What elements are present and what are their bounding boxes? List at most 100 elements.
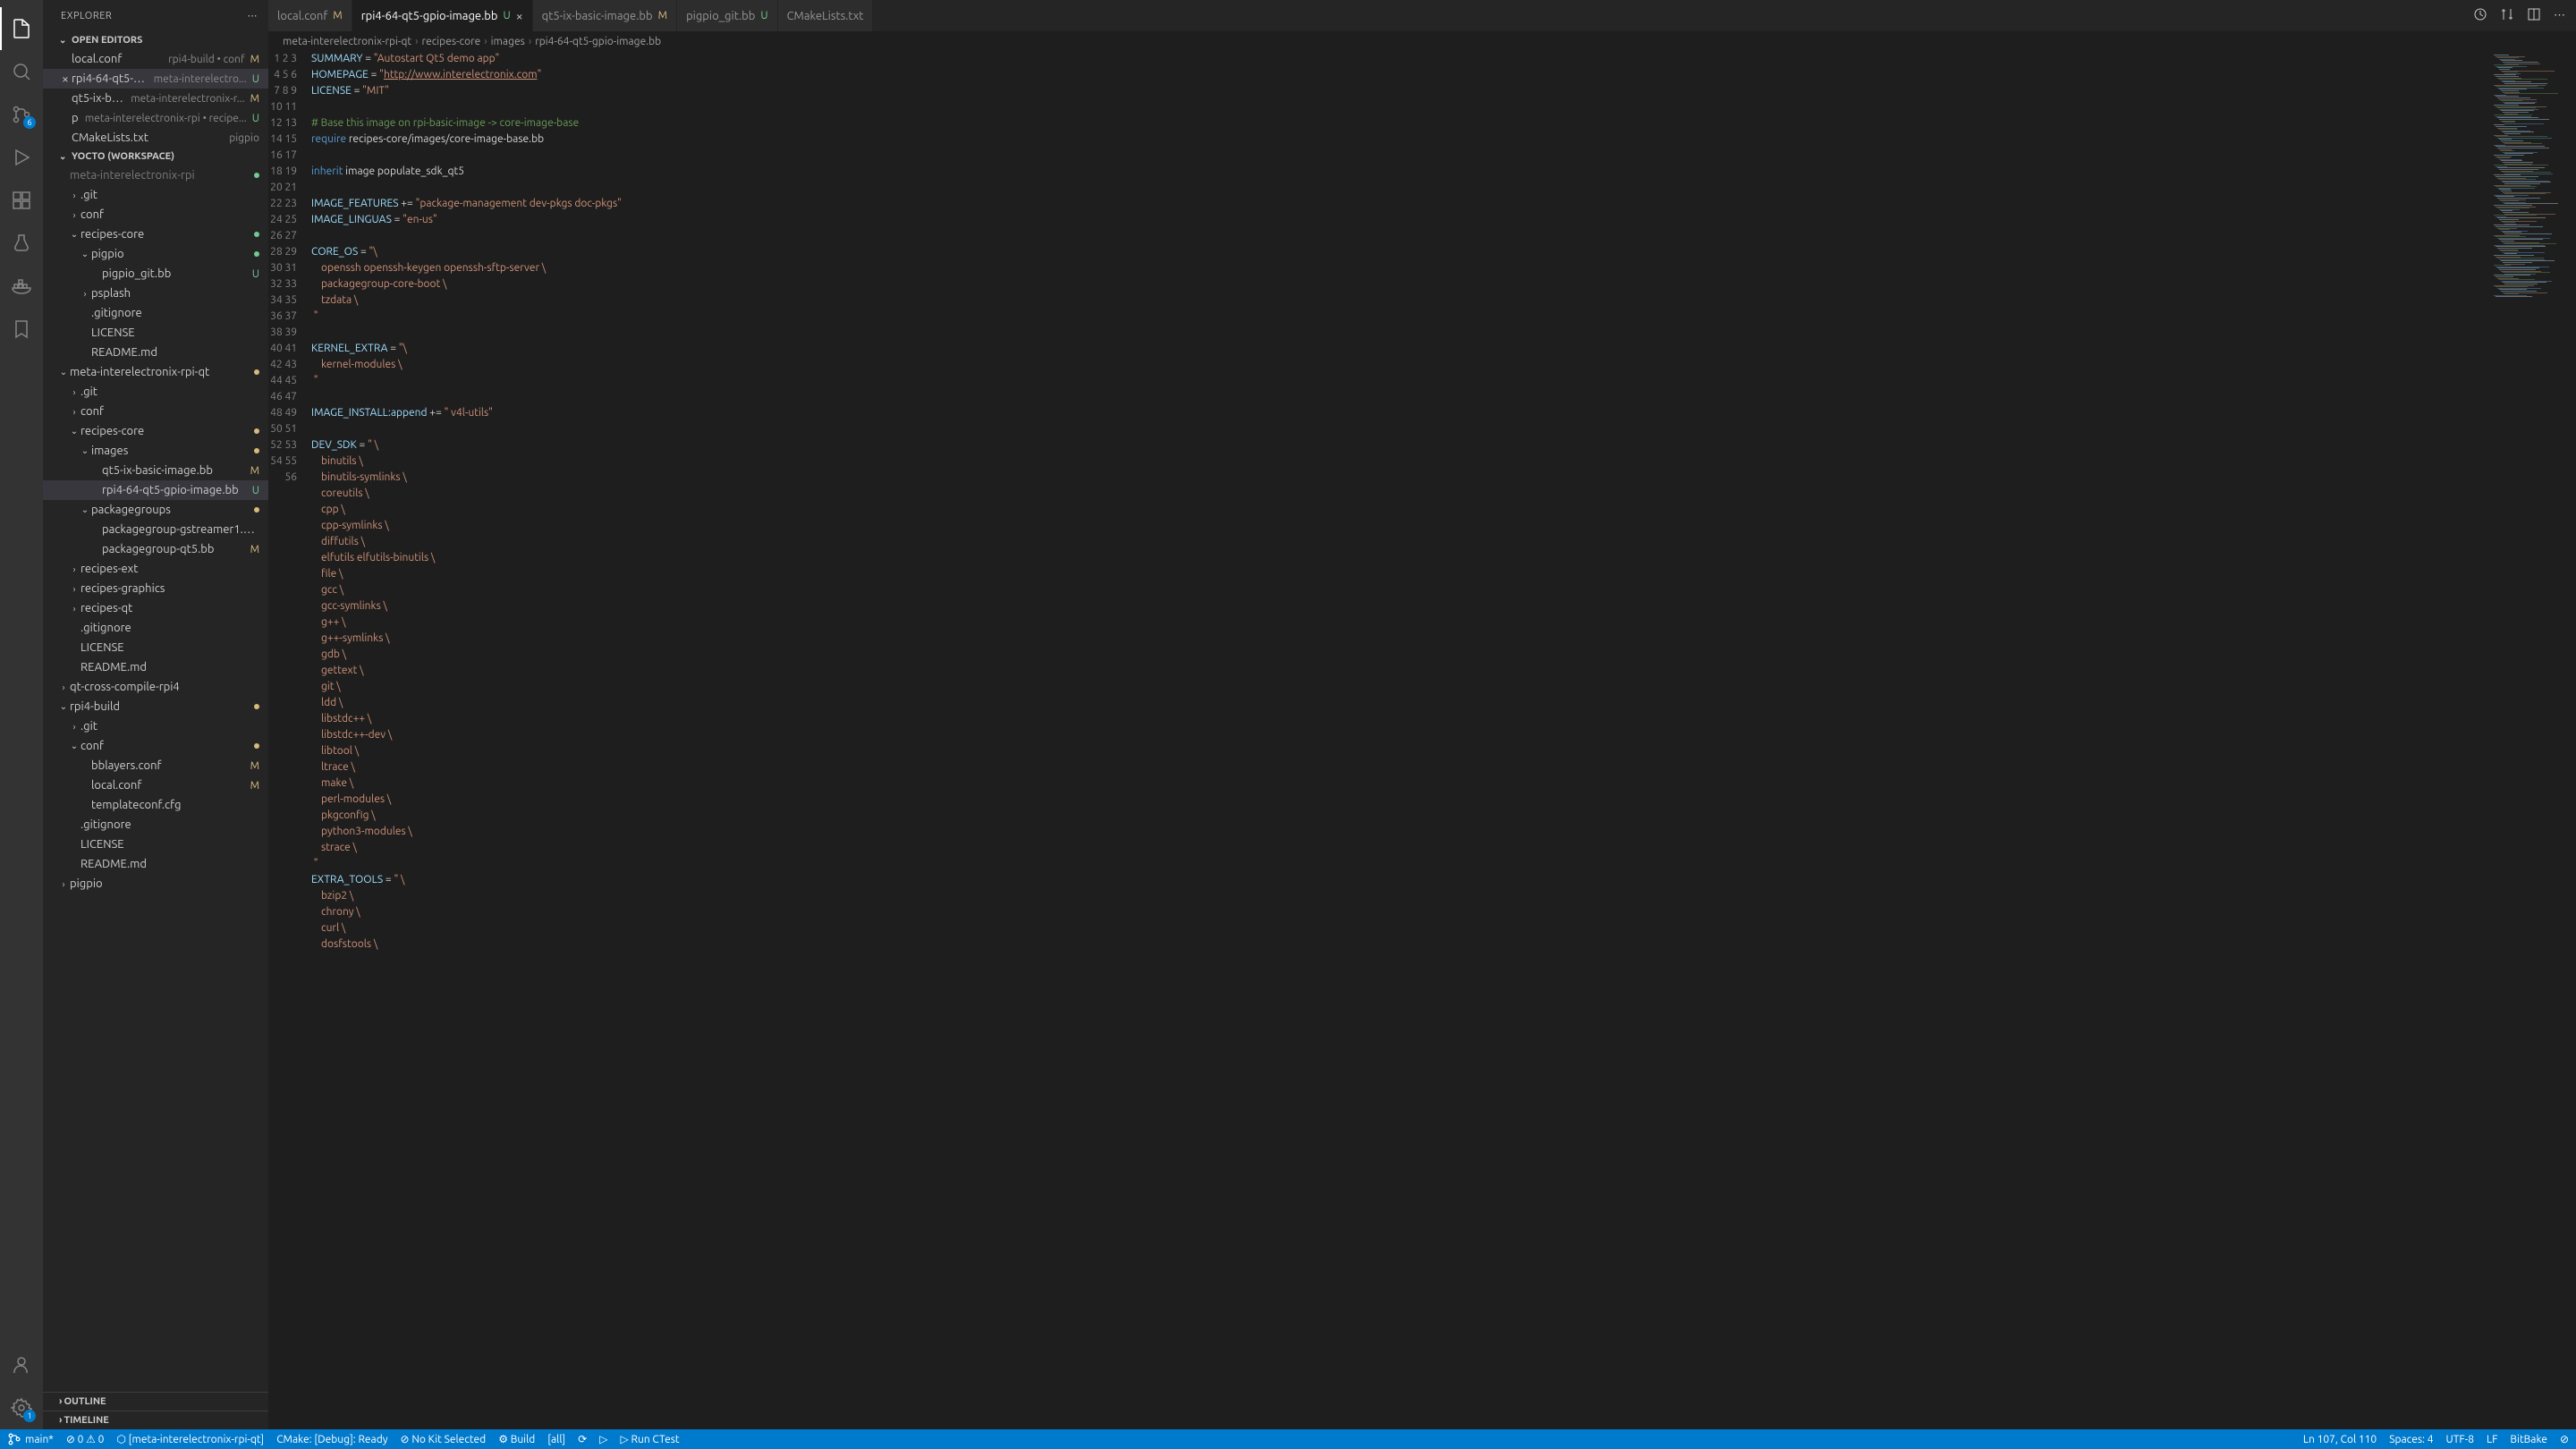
breadcrumb-segment[interactable]: meta-interelectronix-rpi-qt bbox=[283, 36, 411, 47]
chevron-icon[interactable]: › bbox=[57, 682, 70, 692]
tree-item[interactable]: LICENSE bbox=[43, 323, 268, 343]
tree-item[interactable]: ›conf bbox=[43, 205, 268, 225]
chevron-icon[interactable]: ⌄ bbox=[68, 426, 80, 436]
tree-item[interactable]: meta-interelectronix-rpi bbox=[43, 165, 268, 185]
tree-item[interactable]: qt5-ix-basic-image.bbM bbox=[43, 461, 268, 480]
tab[interactable]: rpi4-64-qt5-gpio-image.bbU× bbox=[352, 0, 533, 31]
chevron-icon[interactable]: ⌄ bbox=[79, 504, 91, 515]
tree-item[interactable]: ⌄conf bbox=[43, 736, 268, 756]
open-editor-item[interactable]: qt5-ix-basic-image.bbmeta-interelectroni… bbox=[43, 89, 268, 108]
search-icon[interactable] bbox=[0, 50, 43, 93]
split-icon[interactable] bbox=[2527, 7, 2541, 24]
tree-item[interactable]: packagegroup-gstreamer1.0.bb bbox=[43, 520, 268, 539]
status-item[interactable]: ▷ Run CTest bbox=[621, 1432, 680, 1446]
tree-item[interactable]: pigpio_git.bbU bbox=[43, 264, 268, 284]
tree-item[interactable]: README.md bbox=[43, 657, 268, 677]
explorer-icon[interactable] bbox=[0, 7, 43, 50]
chevron-icon[interactable]: › bbox=[57, 879, 70, 889]
chevron-icon[interactable]: ⌄ bbox=[79, 249, 91, 259]
tab[interactable]: qt5-ix-basic-image.bbM bbox=[533, 0, 677, 31]
status-item[interactable]: ⟳ bbox=[578, 1432, 587, 1446]
open-editor-item[interactable]: CMakeLists.txtpigpio bbox=[43, 128, 268, 148]
tree-item[interactable]: ›recipes-graphics bbox=[43, 579, 268, 598]
code-content[interactable]: SUMMARY = "Autostart Qt5 demo app" HOMEP… bbox=[311, 51, 2490, 1429]
account-icon[interactable] bbox=[0, 1343, 43, 1386]
tree-item[interactable]: ⌄images bbox=[43, 441, 268, 461]
tree-item[interactable]: bblayers.confM bbox=[43, 756, 268, 775]
timeline-header[interactable]: ›TIMELINE bbox=[43, 1411, 268, 1429]
chevron-icon[interactable]: › bbox=[68, 564, 80, 574]
chevron-icon[interactable]: ⌄ bbox=[57, 701, 70, 712]
testing-icon[interactable] bbox=[0, 222, 43, 265]
tree-item[interactable]: ›psplash bbox=[43, 284, 268, 303]
workspace-header[interactable]: ⌄YOCTO (WORKSPACE) bbox=[43, 148, 268, 165]
tree-item[interactable]: ›conf bbox=[43, 402, 268, 421]
status-item[interactable]: ▷ bbox=[599, 1432, 607, 1446]
chevron-icon[interactable]: › bbox=[68, 210, 80, 220]
chevron-icon[interactable]: › bbox=[68, 722, 80, 732]
tree-item[interactable]: ⌄pigpio bbox=[43, 244, 268, 264]
tree-item[interactable]: .gitignore bbox=[43, 618, 268, 638]
tree-item[interactable]: LICENSE bbox=[43, 835, 268, 854]
status-item[interactable]: [all] bbox=[547, 1432, 565, 1446]
docker-icon[interactable] bbox=[0, 265, 43, 308]
close-icon[interactable]: × bbox=[59, 72, 72, 86]
tab[interactable]: pigpio_git.bbU bbox=[677, 0, 778, 31]
status-item[interactable]: ⬡ [meta-interelectronix-rpi-qt] bbox=[116, 1432, 264, 1446]
tree-item[interactable]: ⌄recipes-core bbox=[43, 421, 268, 441]
status-item[interactable]: BitBake bbox=[2510, 1433, 2547, 1445]
close-icon[interactable]: × bbox=[516, 9, 523, 23]
tree-item[interactable]: ›qt-cross-compile-rpi4 bbox=[43, 677, 268, 697]
more-tabs-icon[interactable]: ⋯ bbox=[2554, 9, 2565, 22]
tree-item[interactable]: ›.git bbox=[43, 185, 268, 205]
more-icon[interactable]: ⋯ bbox=[248, 10, 258, 21]
minimap[interactable] bbox=[2490, 51, 2576, 1429]
chevron-icon[interactable]: ⌄ bbox=[79, 445, 91, 456]
bookmark-icon[interactable] bbox=[0, 308, 43, 351]
tree-item[interactable]: ›.git bbox=[43, 382, 268, 402]
source-control-icon[interactable]: 6 bbox=[0, 93, 43, 136]
editor[interactable]: 1 2 3 4 5 6 7 8 9 10 11 12 13 14 15 16 1… bbox=[268, 51, 2576, 1429]
tree-item[interactable]: ›.git bbox=[43, 716, 268, 736]
tree-item[interactable]: rpi4-64-qt5-gpio-image.bbU bbox=[43, 480, 268, 500]
status-item[interactable]: LF bbox=[2487, 1433, 2497, 1445]
chevron-icon[interactable]: › bbox=[68, 407, 80, 417]
tree-item[interactable]: README.md bbox=[43, 854, 268, 874]
run-debug-icon[interactable] bbox=[0, 136, 43, 179]
settings-icon[interactable]: 1 bbox=[0, 1386, 43, 1429]
status-item[interactable]: ⊘ No Kit Selected bbox=[401, 1432, 487, 1446]
tree-item[interactable]: ›pigpio bbox=[43, 874, 268, 894]
status-item[interactable]: CMake: [Debug]: Ready bbox=[276, 1432, 387, 1446]
chevron-icon[interactable]: › bbox=[68, 191, 80, 200]
status-item[interactable]: main* bbox=[7, 1432, 54, 1446]
status-item[interactable]: ⚙ Build bbox=[498, 1432, 535, 1446]
tab[interactable]: CMakeLists.txt bbox=[778, 0, 874, 31]
tree-item[interactable]: packagegroup-qt5.bbM bbox=[43, 539, 268, 559]
tree-item[interactable]: ›recipes-ext bbox=[43, 559, 268, 579]
chevron-icon[interactable]: › bbox=[68, 604, 80, 614]
tree-item[interactable]: .gitignore bbox=[43, 815, 268, 835]
chevron-icon[interactable]: ⌄ bbox=[68, 741, 80, 751]
tree-item[interactable]: ›recipes-qt bbox=[43, 598, 268, 618]
tree-item[interactable]: .gitignore bbox=[43, 303, 268, 323]
tree-item[interactable]: LICENSE bbox=[43, 638, 268, 657]
compare-icon[interactable] bbox=[2473, 7, 2487, 24]
tree-item[interactable]: templateconf.cfg bbox=[43, 795, 268, 815]
tree-item[interactable]: local.confM bbox=[43, 775, 268, 795]
open-editors-header[interactable]: ⌄OPEN EDITORS bbox=[43, 31, 268, 49]
diff-icon[interactable] bbox=[2500, 7, 2514, 24]
status-item[interactable]: Spaces: 4 bbox=[2389, 1433, 2433, 1445]
status-item[interactable]: UTF-8 bbox=[2446, 1433, 2474, 1445]
status-item[interactable]: Ln 107, Col 110 bbox=[2303, 1433, 2377, 1445]
tree-item[interactable]: ⌄packagegroups bbox=[43, 500, 268, 520]
tree-item[interactable]: ⌄recipes-core bbox=[43, 225, 268, 244]
chevron-icon[interactable]: ⌄ bbox=[57, 367, 70, 377]
tree-item[interactable]: ⌄rpi4-build bbox=[43, 697, 268, 716]
chevron-icon[interactable]: › bbox=[79, 289, 91, 299]
chevron-icon[interactable]: › bbox=[68, 584, 80, 594]
breadcrumb-segment[interactable]: rpi4-64-qt5-gpio-image.bb bbox=[535, 36, 661, 47]
status-item[interactable]: ⊘ 0 ⚠ 0 bbox=[66, 1432, 105, 1446]
tree-item[interactable]: README.md bbox=[43, 343, 268, 362]
breadcrumbs[interactable]: meta-interelectronix-rpi-qt›recipes-core… bbox=[268, 31, 2576, 51]
open-editor-item[interactable]: ×rpi4-64-qt5-gpio-image.bbmeta-interelec… bbox=[43, 69, 268, 89]
